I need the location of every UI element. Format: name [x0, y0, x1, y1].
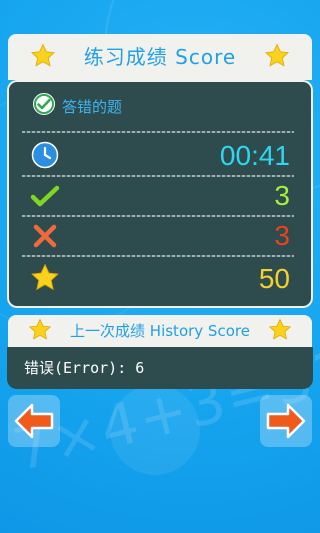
prev-button[interactable] — [8, 395, 60, 447]
star-icon — [264, 43, 290, 67]
arrow-right-icon — [266, 403, 306, 439]
star-icon — [268, 318, 292, 340]
divider — [22, 215, 294, 217]
history-panel: 错误(Error): 6 — [7, 347, 313, 389]
check-circle-icon — [33, 93, 55, 115]
divider — [22, 255, 294, 257]
divider — [22, 175, 294, 177]
history-error-text: 错误(Error): 6 — [24, 359, 145, 377]
star-icon — [31, 263, 59, 291]
checkmark-icon — [30, 185, 60, 207]
time-value: 00:41 — [219, 140, 290, 171]
clock-icon — [31, 141, 59, 169]
star-icon — [30, 43, 56, 67]
star-icon — [28, 318, 52, 340]
arrow-left-icon — [14, 403, 54, 439]
next-button[interactable] — [260, 395, 312, 447]
divider — [22, 131, 294, 133]
wrong-count: 3 — [274, 220, 290, 251]
history-title: 上一次成绩 History Score — [70, 322, 250, 340]
history-header: 上一次成绩 History Score — [8, 315, 312, 347]
points-value: 50 — [258, 263, 290, 294]
correct-count: 3 — [274, 180, 290, 211]
cross-icon — [33, 224, 57, 248]
wrong-questions-link[interactable]: 答错的题 — [62, 96, 122, 117]
